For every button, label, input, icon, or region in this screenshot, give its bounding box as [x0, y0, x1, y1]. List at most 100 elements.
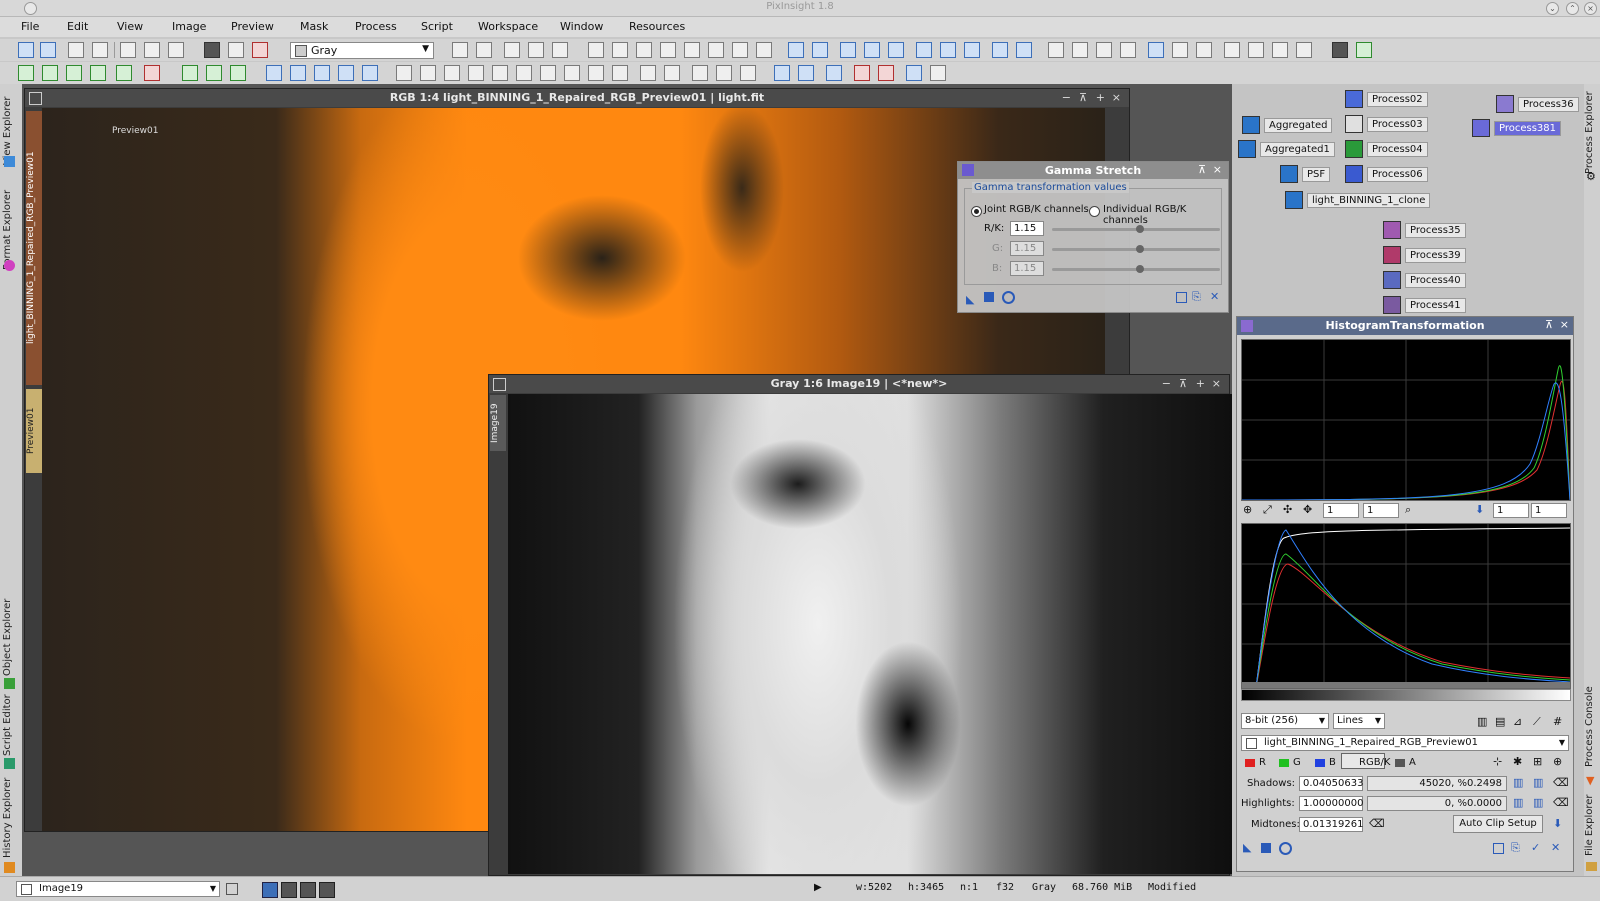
new-instance-icon[interactable]: ◣ [966, 293, 974, 306]
menu-preview[interactable]: Preview [231, 20, 274, 33]
apply-icon[interactable] [984, 292, 994, 302]
window-shade-icon[interactable]: ⊼ [1079, 91, 1087, 104]
tab-process-explorer[interactable]: Process Explorer [1584, 90, 1600, 176]
zoom-all-icon[interactable]: ✣ [1283, 503, 1292, 516]
rk-slider[interactable] [1052, 225, 1220, 233]
zoom-in-icon[interactable] [788, 42, 804, 58]
window-maximize-icon[interactable]: + [1096, 91, 1105, 104]
process-icon-aggregated[interactable]: Aggregated [1242, 114, 1333, 136]
script-3-icon[interactable] [1096, 42, 1112, 58]
apply-global-icon[interactable] [1279, 842, 1292, 855]
input-gradient-bar[interactable] [1241, 689, 1571, 701]
cascade-icon[interactable] [1016, 42, 1032, 58]
script-10-icon[interactable] [1272, 42, 1288, 58]
channel-a-label[interactable]: A [1409, 757, 1416, 768]
stf-10-icon[interactable] [612, 65, 628, 81]
preview-delete-icon[interactable] [66, 65, 82, 81]
undo-all-icon[interactable] [68, 42, 84, 58]
menu-view[interactable]: View [117, 20, 143, 33]
process-icon-aggregated1[interactable]: Aggregated1 [1238, 138, 1335, 160]
readout-1-icon[interactable] [640, 65, 656, 81]
zero-clip-icon[interactable]: ⊹ [1493, 755, 1502, 768]
rotate-180-icon[interactable] [314, 65, 330, 81]
pan-icon[interactable]: ✥ [1303, 503, 1312, 516]
script-4-icon[interactable] [1120, 42, 1136, 58]
layout-2-icon[interactable] [281, 882, 297, 898]
fit-view-icon[interactable] [916, 42, 932, 58]
mirror-v-icon[interactable] [362, 65, 378, 81]
shadows-input[interactable]: 0.04050633 [1299, 776, 1363, 791]
mask-invert-icon[interactable] [230, 65, 246, 81]
process-icon-06[interactable]: Process06 [1345, 163, 1428, 185]
crop-icon[interactable] [504, 42, 520, 58]
graph-style-icon[interactable]: ▤ [1495, 715, 1505, 728]
shade-icon[interactable]: ⊼ [1198, 163, 1206, 176]
stf-6-icon[interactable] [516, 65, 532, 81]
process-icon-36[interactable]: Process36 [1496, 93, 1579, 115]
rotate-right-icon[interactable] [290, 65, 306, 81]
script-7-icon[interactable] [1196, 42, 1212, 58]
zoom-h2-input[interactable]: 1 [1493, 503, 1529, 518]
app-menu-icon[interactable] [24, 2, 37, 15]
undo-icon[interactable] [18, 42, 34, 58]
auto-clip-setup-button[interactable]: Auto Clip Setup [1453, 815, 1543, 833]
window-shade-icon[interactable]: ⊼ [1179, 377, 1187, 390]
new-image-icon[interactable] [120, 42, 136, 58]
process-icon-03[interactable]: Process03 [1345, 113, 1428, 135]
mask-show-icon[interactable] [206, 65, 222, 81]
script-9-icon[interactable] [1248, 42, 1264, 58]
process-icon-40[interactable]: Process40 [1383, 269, 1466, 291]
redo-icon[interactable] [40, 42, 56, 58]
process-icon-39[interactable]: Process39 [1383, 244, 1466, 266]
process-icon-41[interactable]: Process41 [1383, 294, 1466, 316]
stf-7-icon[interactable] [540, 65, 556, 81]
clone-icon[interactable] [452, 42, 468, 58]
browse-doc-icon[interactable] [1493, 843, 1504, 854]
midtones-input[interactable]: 0.01319261 [1299, 817, 1363, 832]
stf-8-icon[interactable] [564, 65, 580, 81]
tab-script-editor[interactable]: Script Editor [2, 686, 20, 764]
g-slider[interactable] [1052, 245, 1220, 253]
stf-4-icon[interactable] [468, 65, 484, 81]
g-input[interactable]: 1.15 [1010, 241, 1044, 256]
reset-icon[interactable]: ✕ [1551, 841, 1560, 854]
select-icon[interactable] [732, 42, 748, 58]
shadows-reset-icon[interactable]: ⌫ [1553, 776, 1569, 789]
resolution-select[interactable]: 8-bit (256) ▼ [1241, 713, 1329, 729]
process-icon-04[interactable]: Process04 [1345, 138, 1428, 160]
move-icon[interactable] [684, 42, 700, 58]
highlights-reset-icon[interactable]: ⌫ [1553, 796, 1569, 809]
highlights-auto2-icon[interactable]: ▥ [1533, 796, 1543, 809]
readout-icon[interactable] [708, 42, 724, 58]
browse-doc-icon[interactable] [1176, 292, 1187, 303]
shadows-auto2-icon[interactable]: ▥ [1533, 776, 1543, 789]
close-icon[interactable]: × [1213, 163, 1222, 176]
window-close-icon[interactable]: × [1112, 91, 1121, 104]
view-toggle-icon[interactable] [226, 883, 238, 895]
script-5-icon[interactable] [1148, 42, 1164, 58]
zoom-3-icon[interactable] [888, 42, 904, 58]
readout-4-icon[interactable] [716, 65, 732, 81]
preview-store-icon[interactable] [90, 65, 106, 81]
rotate-icon[interactable] [528, 42, 544, 58]
mask-icon[interactable] [252, 42, 268, 58]
stf-9-icon[interactable] [588, 65, 604, 81]
magnifier-icon[interactable]: ⌕ [1405, 503, 1411, 517]
fit-width-icon[interactable] [940, 42, 956, 58]
reset-icon[interactable]: ✕ [1210, 290, 1219, 303]
view-side-tab[interactable]: light_BINNING_1_Repaired_RGB_Preview01 [26, 111, 42, 385]
menu-workspace[interactable]: Workspace [478, 20, 538, 33]
channel-r-label[interactable]: R [1259, 757, 1266, 768]
readout-2-icon[interactable] [664, 65, 680, 81]
grid-icon[interactable]: # [1553, 715, 1562, 728]
gray-image[interactable] [508, 394, 1234, 874]
highlights-input[interactable]: 1.00000000 [1299, 796, 1363, 811]
zoom-v1-input[interactable]: 1 [1363, 503, 1399, 518]
rgb-toggle-icon[interactable] [1356, 42, 1372, 58]
preview-clear-icon[interactable] [144, 65, 160, 81]
zoom-h1-input[interactable]: 1 [1323, 503, 1359, 518]
shade-icon[interactable]: ⊼ [1545, 318, 1553, 331]
radio-joint[interactable] [971, 206, 982, 217]
play-icon[interactable]: ▶ [814, 882, 822, 893]
plot-mode-select[interactable]: Lines ▼ [1333, 713, 1385, 729]
